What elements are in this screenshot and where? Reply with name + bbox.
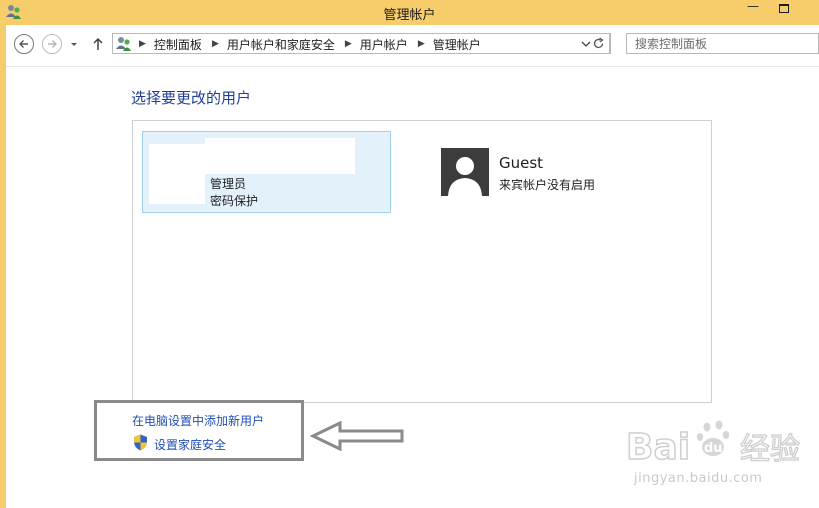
- chevron-right-icon: ▶: [211, 39, 219, 49]
- up-arrow-icon: [93, 37, 103, 50]
- breadcrumb-control-panel[interactable]: 控制面板: [154, 36, 202, 53]
- navigation-bar: ▶ 控制面板 ▶ 用户帐户和家庭安全 ▶ 用户帐户 ▶ 管理帐户: [6, 25, 819, 67]
- uac-shield-icon: [134, 434, 147, 451]
- title-bar: 管理帐户 —: [0, 0, 819, 25]
- minimize-button[interactable]: —: [738, 0, 768, 20]
- page-heading: 选择要更改的用户: [131, 89, 252, 107]
- baidu-watermark: Bai du 经验 jingyan.baidu.com: [624, 415, 814, 495]
- user-list: 管理员 密码保护 Guest 来宾帐户没有启用: [132, 120, 712, 403]
- refresh-button[interactable]: [588, 33, 610, 54]
- svg-text:du: du: [704, 441, 723, 456]
- window-title: 管理帐户: [383, 8, 436, 23]
- chevron-right-icon: ▶: [344, 39, 352, 49]
- watermark-url: jingyan.baidu.com: [634, 471, 763, 486]
- maximize-icon: [779, 4, 789, 13]
- svg-text:经验: 经验: [740, 432, 800, 467]
- forward-arrow-icon: [48, 40, 57, 48]
- baidu-logo: Bai du 经验: [625, 420, 801, 469]
- breadcrumb-manage-accounts[interactable]: 管理帐户: [433, 36, 481, 53]
- recent-locations-button[interactable]: [68, 34, 80, 54]
- breadcrumb-user-accounts[interactable]: 用户帐户: [360, 36, 408, 53]
- user-accounts-icon: [116, 37, 131, 51]
- pointer-arrow-icon: [310, 421, 404, 451]
- redacted-account-info: [149, 144, 205, 204]
- chevron-down-icon: [71, 43, 77, 46]
- user-name: Guest: [499, 154, 544, 172]
- user-tile-administrator[interactable]: 管理员 密码保护: [142, 131, 391, 213]
- guest-avatar-icon: [441, 148, 489, 196]
- user-status: 密码保护: [210, 194, 259, 208]
- user-tile-guest[interactable]: Guest 来宾帐户没有启用: [439, 146, 639, 198]
- task-links-highlight: 在电脑设置中添加新用户 设置家庭安全: [94, 400, 304, 461]
- svg-text:Bai: Bai: [626, 427, 690, 468]
- forward-button[interactable]: [42, 34, 62, 54]
- family-safety-link[interactable]: 设置家庭安全: [154, 436, 226, 453]
- back-button[interactable]: [14, 34, 34, 54]
- breadcrumb: ▶ 控制面板 ▶ 用户帐户和家庭安全 ▶ 用户帐户 ▶ 管理帐户: [139, 36, 491, 52]
- user-role: 管理员: [210, 177, 247, 191]
- window-frame: [0, 0, 6, 508]
- user-status: 来宾帐户没有启用: [499, 178, 596, 192]
- refresh-icon: [593, 37, 604, 49]
- maximize-button[interactable]: [771, 0, 801, 20]
- search-input[interactable]: [626, 33, 819, 54]
- add-new-user-link[interactable]: 在电脑设置中添加新用户: [132, 412, 264, 429]
- address-bar[interactable]: ▶ 控制面板 ▶ 用户帐户和家庭安全 ▶ 用户帐户 ▶ 管理帐户: [112, 33, 611, 54]
- chevron-right-icon: ▶: [417, 39, 425, 49]
- back-arrow-icon: [19, 40, 28, 48]
- breadcrumb-user-accounts-family-safety[interactable]: 用户帐户和家庭安全: [227, 36, 335, 53]
- redacted-account-name: [205, 138, 355, 174]
- up-button[interactable]: [90, 34, 106, 54]
- chevron-right-icon: ▶: [139, 39, 146, 49]
